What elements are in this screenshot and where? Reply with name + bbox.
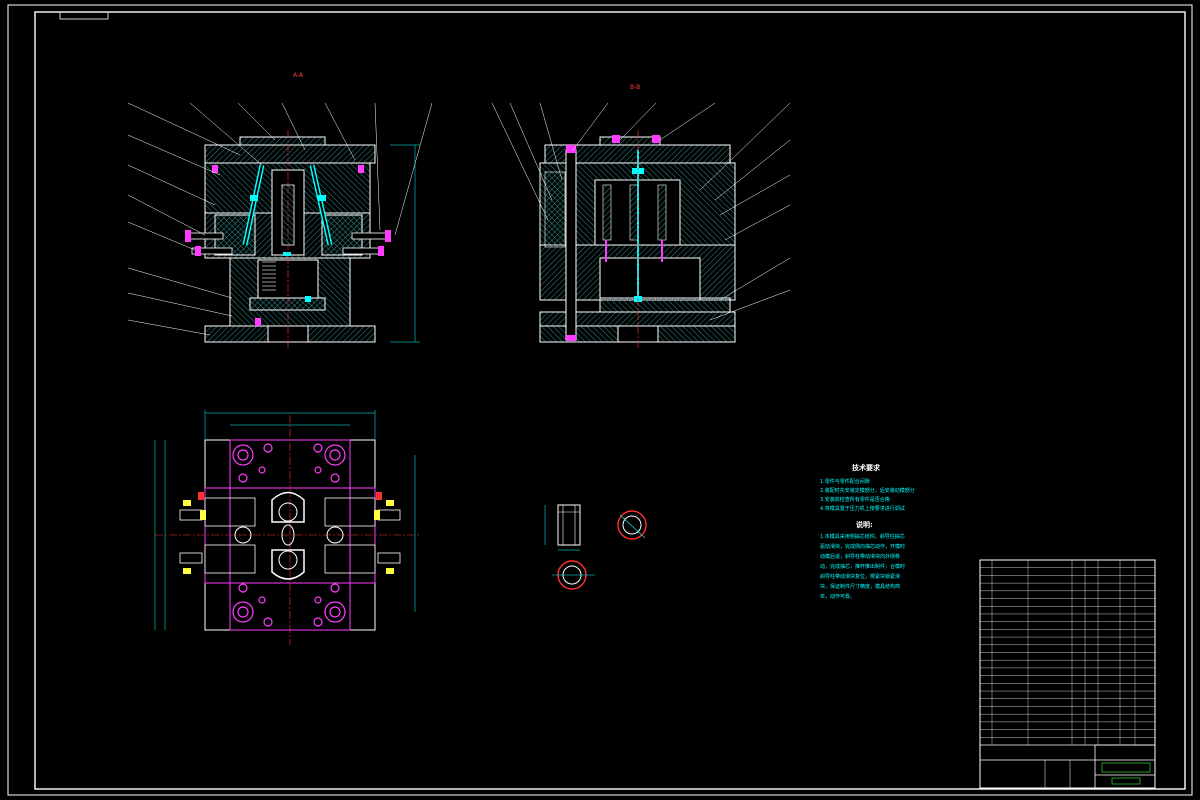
section-view-a [127, 102, 433, 350]
desc-title: 说明: [856, 521, 873, 529]
desc-line: 单，动作可靠。 [820, 594, 856, 600]
title-block [979, 559, 1156, 789]
desc-line: 1.本模具采用侧抽芯结构，斜导柱抽芯 [820, 534, 905, 540]
tech-line: 4.将模具置于压力机上按要求进行调试 [820, 506, 905, 512]
tech-line: 1.零件与零件配合间隙 [820, 479, 870, 485]
desc-line: 动，完成抽芯，推杆推出制件，合模时 [820, 564, 906, 570]
drawing-sheet [7, 4, 1193, 796]
desc-line: 斜导柱带动滑块复位，楔紧块锁紧滑 [820, 574, 901, 580]
technical-requirements: 技术要求 1.零件与零件配合间隙 2.装配时先安装定模部分，后安装动模部分 3.… [820, 465, 980, 600]
desc-line: 驱动滑块，完成侧向抽芯动作，开模时 [820, 544, 906, 550]
parts-list-rows [980, 560, 1155, 745]
inner-border [34, 11, 1186, 790]
tech-title: 技术要求 [852, 464, 880, 472]
tech-line: 3.安装前检查所有零件是否合格 [820, 497, 890, 503]
outer-border [7, 4, 1193, 796]
tech-line: 2.装配时先安装定模部分，后安装动模部分 [820, 488, 915, 494]
part-views [544, 504, 647, 590]
plan-view [154, 410, 420, 645]
section-b-label: B-B [630, 84, 641, 91]
corner-code-box [59, 11, 109, 20]
section-a-label: A-A [293, 72, 304, 79]
desc-line: 块，保证制件尺寸精度，模具结构简 [820, 584, 901, 590]
section-view-b [491, 102, 791, 350]
desc-line: 动模后退，斜导柱带动滑块向外侧移 [820, 554, 901, 560]
